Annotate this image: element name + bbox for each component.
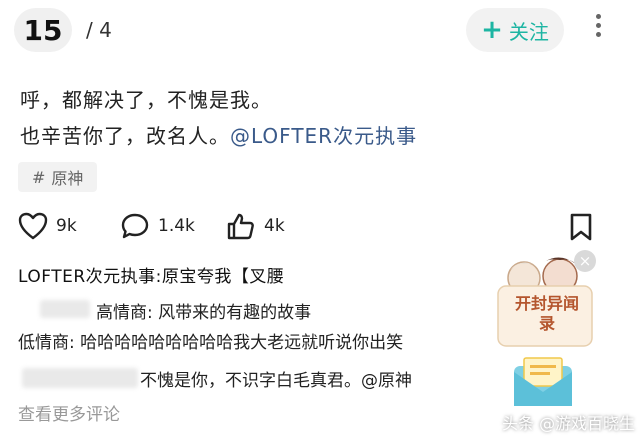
post-text-line-2: 也辛苦你了，改名人。@LOFTER次元执事 [20, 120, 417, 149]
page-counter-total: / 4 [86, 18, 112, 42]
comment-button[interactable]: 1.4k [120, 212, 195, 240]
more-vertical-icon[interactable] [590, 10, 606, 50]
close-icon[interactable]: × [574, 250, 596, 272]
hashtag-icon: # [32, 167, 46, 187]
comment-line-3: 不愧是你，不识字白毛真君。@原神 [140, 371, 412, 391]
like-count: 9k [56, 216, 77, 236]
follow-button[interactable]: + 关注 [466, 8, 564, 52]
comment-bubble-icon [121, 213, 149, 239]
tag-label: 原神 [51, 169, 84, 188]
follow-label: 关注 [508, 19, 549, 44]
mention-link[interactable]: @LOFTER次元执事 [230, 124, 417, 148]
heart-icon [18, 212, 48, 240]
post-text-line-1: 呼，都解决了，不愧是我。 [20, 88, 272, 112]
ad-title[interactable]: 开封异闻录 [512, 294, 582, 334]
thumbs-up-icon [227, 213, 254, 240]
plus-icon: + [481, 15, 503, 45]
bookmark-button[interactable] [568, 212, 594, 246]
blurred-username [22, 368, 138, 388]
tag-chip[interactable]: # 原神 [18, 162, 98, 192]
thumb-count: 4k [264, 216, 285, 236]
mail-icon[interactable] [512, 356, 574, 408]
comment-top: LOFTER次元执事:原宝夸我【叉腰 [18, 267, 285, 287]
thumb-button[interactable]: 4k [226, 212, 285, 240]
post-text: 也辛苦你了，改名人。 [20, 124, 230, 148]
view-more-comments-link[interactable]: 查看更多评论 [18, 400, 120, 425]
watermark: 头条 @游戏百晓生 [502, 414, 636, 433]
comment-count: 1.4k [158, 216, 195, 236]
like-button[interactable]: 9k [18, 212, 77, 240]
comment-line-1: 高情商: 风带来的有趣的故事 [96, 303, 312, 323]
page-counter-current: 15 [14, 8, 72, 52]
blurred-username [40, 300, 90, 318]
comment-line-2: 低情商: 哈哈哈哈哈哈哈哈哈我大老远就听说你出笑 [18, 333, 404, 353]
bookmark-icon [570, 213, 592, 241]
page-current: 15 [23, 13, 63, 47]
